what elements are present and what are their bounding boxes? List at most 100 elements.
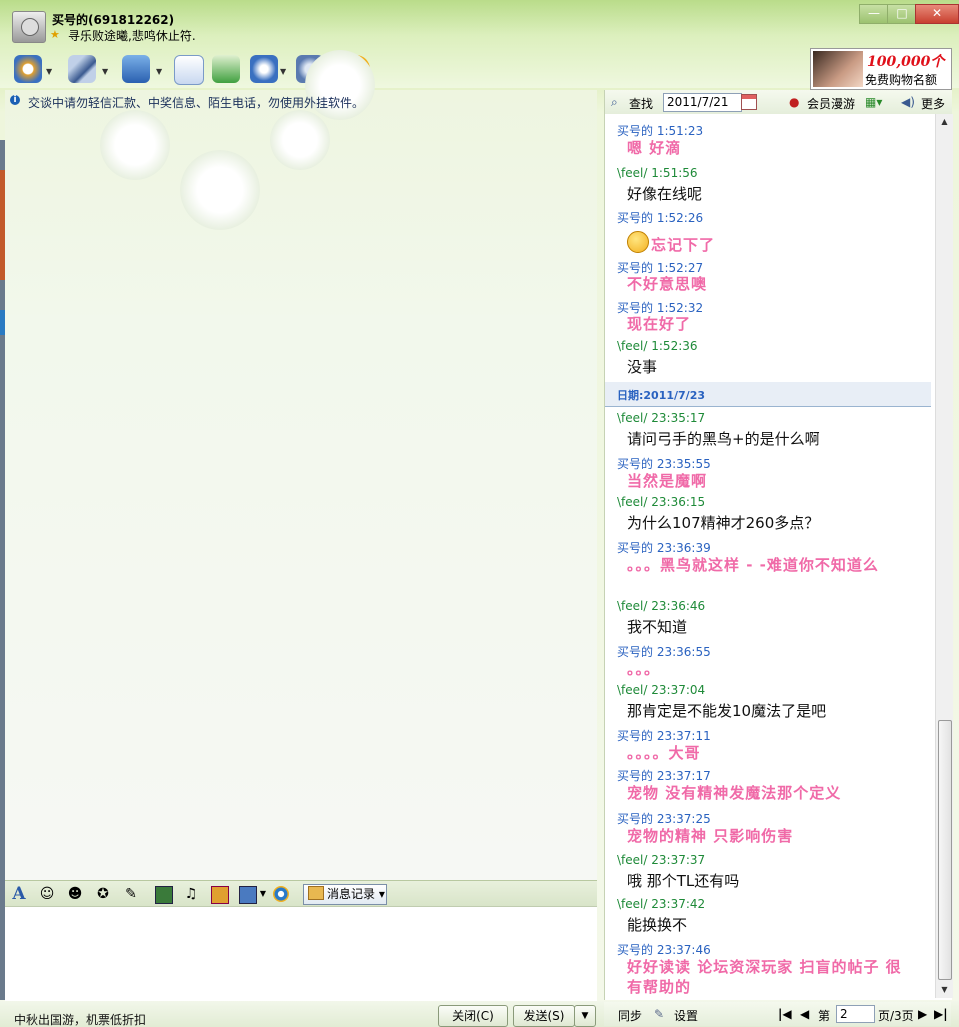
input-toolbar: A ☺ ☻ ✪ ✎ ♫ ▼ 消息记录 ▾ [5,880,597,907]
video-call-icon[interactable] [14,55,42,83]
message-header: 买号的 23:35:55 [617,457,711,471]
add-app-icon[interactable] [212,55,240,83]
prev-page-icon[interactable]: ◀ [800,1007,809,1021]
message-header: 买号的 23:36:55 [617,645,711,659]
minimize-button[interactable]: — [859,4,889,24]
history-list: 买号的 1:51:23 嗯 好滴 \feel/ 1:51:56 好像在线呢 买号… [605,114,935,998]
message-text: 。。。 [627,660,661,678]
page-number-input[interactable]: 2 [836,1005,875,1023]
maximize-button[interactable]: □ [887,4,917,24]
close-window-button[interactable]: ✕ [915,4,959,24]
message-text: 。。。。大哥 [627,744,701,762]
message-header: \feel/ 1:51:56 [617,166,698,180]
more-button[interactable]: 更多 [921,95,945,112]
scroll-down-icon[interactable]: ▼ [936,982,953,998]
page-prefix: 第 [818,1009,831,1023]
history-icon [308,886,324,900]
calendar-icon[interactable] [741,94,757,110]
message-history-button[interactable]: 消息记录 ▾ [303,884,387,905]
message-header: 买号的 23:36:39 [617,541,711,555]
sync-button[interactable]: 同步 [618,1007,642,1024]
message-text: 我不知道 [627,618,688,636]
last-page-icon[interactable]: ▶| [934,1007,948,1021]
ad-banner[interactable]: 100,000个 免费购物名额 [810,48,952,90]
chevron-down-icon[interactable]: ▼ [280,67,286,76]
chevron-down-icon[interactable]: ▼ [46,67,52,76]
message-header: \feel/ 23:36:15 [617,495,706,509]
date-field[interactable]: 2011/7/21 [663,93,742,112]
font-icon[interactable]: A [11,886,27,903]
remote-assist-icon[interactable] [250,55,278,83]
ad-image [813,51,863,87]
message-history-panel: ⌕ 查找 2011/7/21 ● 会员漫游 ▦▾ ◀) 更多 买号的 1:51:… [604,90,953,1000]
message-header: \feel/ 23:37:42 [617,897,706,911]
message-header: 买号的 23:37:17 [617,769,711,783]
voice-message-icon[interactable]: ✎ [123,886,139,902]
send-image-icon[interactable] [155,886,173,904]
message-input[interactable] [5,906,597,1002]
send-options-dropdown[interactable]: ▼ [574,1005,596,1027]
history-scrollbar[interactable]: ▲ ▼ [935,114,953,998]
emoticon-icon[interactable]: ☺ [39,886,55,902]
ad-text-link[interactable]: 中秋出国游，机票低折扣 [14,1011,146,1027]
next-page-icon[interactable]: ▶ [918,1007,927,1021]
first-page-icon[interactable]: |◀ [778,1007,792,1021]
search-icon[interactable]: ⌕ [611,95,618,110]
message-text: 嗯 好滴 [627,139,682,157]
message-text: 好像在线呢 [627,185,703,203]
chat-window: 买号的(691812262) ★ 寻乐败途曦,悲鸣休止符. — □ ✕ ▼ ▼ … [0,0,959,1027]
scroll-up-icon[interactable]: ▲ [936,114,953,130]
ad-text: 免费购物名额 [865,73,938,87]
contact-avatar[interactable] [12,11,46,43]
message-header: 买号的 23:37:11 [617,729,711,743]
shy-emoticon-icon [627,231,649,253]
message-text: 当然是魔啊 [627,472,708,490]
contact-signature: 寻乐败途曦,悲鸣休止符. [68,29,196,43]
contact-name[interactable]: 买号的(691812262) [52,11,174,28]
message-header: 买号的 1:52:26 [617,211,704,225]
star-icon: ★ [50,28,60,41]
message-text: 不好意思噢 [627,275,708,293]
message-text: 那肯定是不能发10魔法了是吧 [627,702,827,720]
send-button[interactable]: 发送(S) [513,1005,575,1027]
voice-call-icon[interactable] [68,55,96,83]
message-text: 宠物 没有精神发魔法那个定义 [627,784,842,802]
chevron-down-icon[interactable]: ▼ [102,67,108,76]
message-text: 好好读读 论坛资深玩家 扫盲的帖子 很有帮助的 [627,958,902,996]
message-header: \feel/ 23:37:04 [617,683,706,697]
view-mode-icon[interactable]: ▦▾ [865,95,882,109]
qq-penguin-icon: ● [789,95,800,109]
message-text: 请问弓手的黑鸟+的是什么啊 [627,430,820,448]
message-history-label: 消息记录 [327,887,376,901]
member-roam-button[interactable]: 会员漫游 [807,95,855,112]
scrollbar-thumb[interactable] [938,720,952,980]
music-icon[interactable]: ♫ [183,886,199,902]
chat-display-area [5,50,597,880]
message-text: 现在好了 [627,315,692,333]
send-file-icon[interactable] [122,55,150,83]
message-text: 哦 那个TL还有吗 [627,872,740,890]
message-text: 没事 [627,358,658,376]
magic-emoticon-icon[interactable]: ☻ [67,886,83,902]
message-header: \feel/ 23:36:46 [617,599,706,613]
gift-icon[interactable] [211,886,229,904]
shake-icon[interactable]: ✪ [95,886,111,902]
message-header: \feel/ 23:37:37 [617,853,706,867]
wrench-icon[interactable]: ✎ [654,1007,664,1021]
soso-icon[interactable] [273,886,289,902]
security-notice: 交谈中请勿轻信汇款、中奖信息、陌生电话，勿使用外挂软件。 [28,96,365,110]
message-header: \feel/ 23:35:17 [617,411,706,425]
info-icon: i [10,95,20,105]
message-text: 宠物的精神 只影响伤害 [627,827,794,845]
chevron-down-icon[interactable]: ▼ [255,886,271,902]
message-text: 为什么107精神才260多点？ [627,514,820,532]
speaker-icon[interactable]: ◀) [901,95,915,109]
history-footer: 同步 ✎ 设置 |◀ ◀ 第 2 页/3页 ▶ ▶| [604,1002,951,1026]
find-button[interactable]: 查找 [629,95,653,112]
chevron-down-icon[interactable]: ▼ [156,67,162,76]
email-icon[interactable] [174,55,204,85]
settings-button[interactable]: 设置 [674,1007,698,1024]
page-suffix: 页/3页 [878,1009,914,1023]
message-header: \feel/ 1:52:36 [617,339,698,353]
close-button[interactable]: 关闭(C) [438,1005,508,1027]
